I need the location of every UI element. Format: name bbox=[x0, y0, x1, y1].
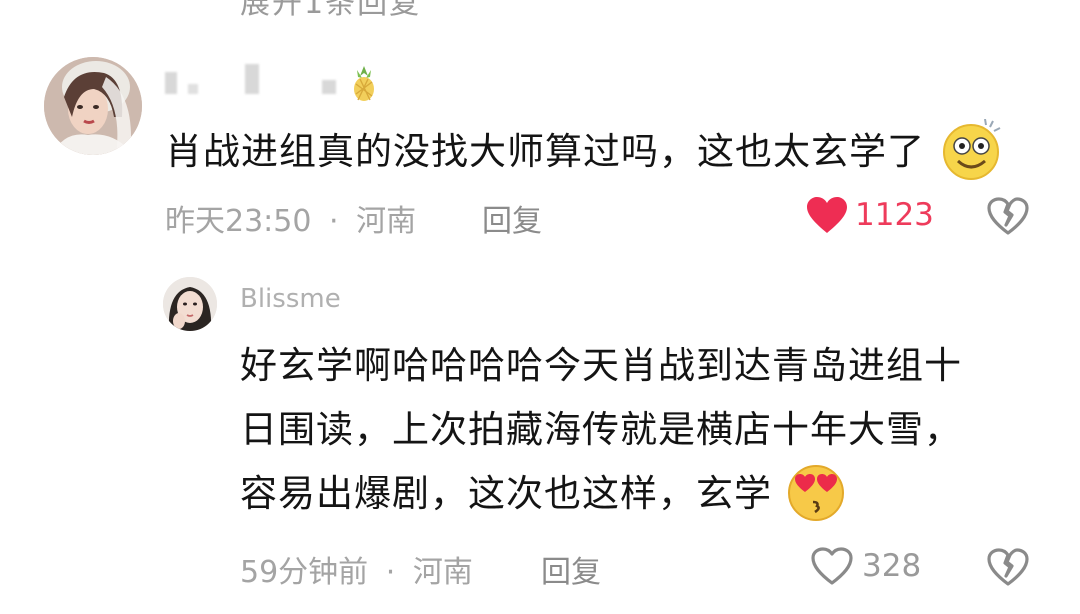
dizzy-smile-emoji bbox=[942, 118, 1001, 180]
masked-name-block bbox=[188, 84, 198, 94]
masked-name-block bbox=[245, 64, 259, 94]
reply-location: 河南 bbox=[412, 555, 473, 590]
reply-meta: 59分钟前 · 河南 bbox=[240, 547, 473, 591]
commenter-avatar[interactable] bbox=[44, 57, 142, 155]
masked-name-block bbox=[165, 72, 177, 94]
broken-heart-icon bbox=[987, 548, 1029, 586]
heart-filled-icon bbox=[807, 197, 847, 233]
replier-username[interactable]: Blissme bbox=[240, 287, 341, 313]
like-count: 1123 bbox=[855, 197, 934, 233]
reply-time: 59分钟前 bbox=[240, 555, 369, 590]
reply-dislike-button[interactable] bbox=[986, 547, 1030, 591]
like-button[interactable]: 1123 bbox=[805, 195, 934, 235]
commenter-username[interactable] bbox=[165, 64, 377, 102]
dislike-button[interactable] bbox=[986, 196, 1030, 240]
meta-separator: · bbox=[385, 555, 396, 590]
avatar-photo bbox=[163, 277, 217, 331]
reply-text-line: 容易出爆剧，这次也这样，玄学 bbox=[240, 472, 772, 515]
replier-avatar[interactable] bbox=[163, 277, 217, 331]
pineapple-icon bbox=[354, 66, 374, 101]
reply-like-count: 328 bbox=[862, 548, 922, 584]
reply-text-line: 好玄学啊哈哈哈哈今天肖战到达青岛进组十 bbox=[240, 344, 962, 387]
reply-text: 好玄学啊哈哈哈哈今天肖战到达青岛进组十 日围读，上次拍藏海传就是横店十年大雪， … bbox=[240, 334, 1040, 526]
meta-separator: · bbox=[329, 204, 339, 239]
comment-time: 昨天23:50 bbox=[165, 204, 312, 239]
reply-like-button[interactable]: 328 bbox=[810, 546, 921, 586]
avatar-photo bbox=[44, 57, 142, 155]
expand-replies-link[interactable]: 展开1条回复 bbox=[240, 0, 421, 22]
reply-button[interactable]: 回复 bbox=[482, 196, 542, 240]
broken-heart-icon bbox=[987, 197, 1029, 235]
reply-text-line: 日围读，上次拍藏海传就是横店十年大雪， bbox=[240, 408, 962, 451]
comment-location: 河南 bbox=[356, 204, 417, 239]
masked-name-block bbox=[322, 80, 336, 94]
comment-meta: 昨天23:50 · 河南 bbox=[165, 196, 416, 240]
heart-eyes-emoji bbox=[787, 464, 844, 521]
comment-text: 肖战进组真的没找大师算过吗，这也太玄学了 bbox=[165, 118, 1002, 184]
heart-outline-icon bbox=[811, 547, 853, 585]
reply-reply-button[interactable]: 回复 bbox=[541, 547, 601, 591]
